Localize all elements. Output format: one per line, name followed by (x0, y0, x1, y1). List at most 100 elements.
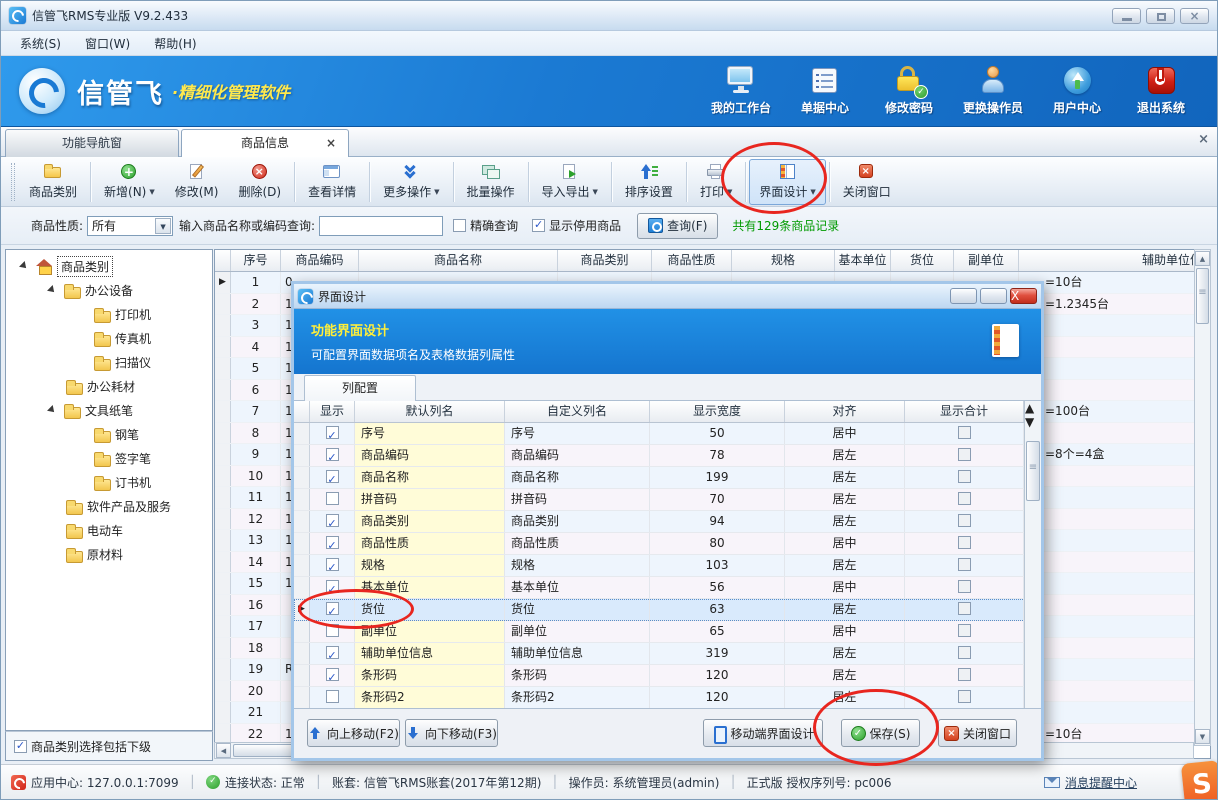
tree-item-10[interactable]: 软件产品及服务 (6, 496, 171, 516)
align-cell[interactable]: 居左 (785, 555, 905, 576)
show-checkbox[interactable] (326, 536, 339, 549)
column-header-2[interactable]: 商品名称 (359, 250, 558, 271)
dialog-scroll-thumb[interactable] (1026, 441, 1040, 501)
toolbar-add-button[interactable]: 新增(N)▼ (94, 159, 165, 205)
align-cell[interactable]: 居左 (785, 489, 905, 510)
width-cell[interactable]: 103 (650, 555, 785, 576)
column-header-4[interactable]: 商品性质 (652, 250, 732, 271)
show-checkbox[interactable] (326, 470, 339, 483)
quick-action-globe[interactable]: 用户中心 (1035, 66, 1119, 116)
tree-item-12[interactable]: 原材料 (6, 544, 123, 564)
column-header-0[interactable]: 序号 (231, 250, 281, 271)
width-cell[interactable]: 199 (650, 467, 785, 488)
tree-item-3[interactable]: 传真机 (6, 328, 151, 348)
default-name-cell[interactable]: 副单位 (355, 621, 505, 642)
custom-name-cell[interactable]: 商品类别 (505, 511, 650, 532)
default-name-cell[interactable]: 序号 (355, 423, 505, 444)
expand-arrow-icon[interactable] (47, 285, 57, 295)
custom-name-cell[interactable]: 辅助单位信息 (505, 643, 650, 664)
width-cell[interactable]: 63 (650, 599, 785, 620)
show-checkbox[interactable] (326, 624, 339, 637)
tree-item-8[interactable]: 签字笔 (6, 448, 151, 468)
align-cell[interactable]: 居中 (785, 621, 905, 642)
config-row-商品性质[interactable]: 商品性质商品性质80居中 (294, 533, 1041, 555)
message-center-link[interactable]: 消息提醒中心 (1044, 774, 1137, 791)
expand-arrow-icon[interactable] (19, 261, 29, 271)
dialog-scrollbar[interactable]: ▲ ▼ (1024, 401, 1041, 709)
show-checkbox[interactable] (326, 646, 339, 659)
default-name-cell[interactable]: 基本单位 (355, 577, 505, 598)
align-cell[interactable]: 居左 (785, 665, 905, 686)
tree-item-7[interactable]: 钢笔 (6, 424, 139, 444)
custom-name-cell[interactable]: 基本单位 (505, 577, 650, 598)
custom-name-cell[interactable]: 货位 (505, 599, 650, 620)
show-checkbox[interactable] (326, 492, 339, 505)
align-cell[interactable]: 居左 (785, 643, 905, 664)
config-row-商品名称[interactable]: 商品名称商品名称199居左 (294, 467, 1041, 489)
toolbar-closewin-button[interactable]: 关闭窗口 (833, 159, 901, 205)
mobile-design-button[interactable]: 移动端界面设计 (703, 719, 823, 747)
tabbar-close-icon[interactable]: × (1198, 132, 1209, 147)
width-cell[interactable]: 120 (650, 687, 785, 708)
custom-name-cell[interactable]: 条形码 (505, 665, 650, 686)
dialog-column-header-5[interactable]: 显示合计 (905, 401, 1024, 422)
nature-select[interactable]: 所有▼ (87, 216, 173, 236)
dialog-column-header-3[interactable]: 显示宽度 (650, 401, 785, 422)
align-cell[interactable]: 居中 (785, 423, 905, 444)
quick-action-monitor[interactable]: 我的工作台 (699, 66, 783, 116)
config-row-副单位[interactable]: 副单位副单位65居中 (294, 621, 1041, 643)
maximize-button[interactable] (1146, 8, 1175, 24)
chevron-down-icon[interactable]: ▼ (810, 188, 815, 196)
config-row-商品编码[interactable]: 商品编码商品编码78居左 (294, 445, 1041, 467)
close-button[interactable]: × (1180, 8, 1209, 24)
width-cell[interactable]: 94 (650, 511, 785, 532)
show-checkbox[interactable] (326, 448, 339, 461)
toolbar-sort-button[interactable]: 排序设置 (615, 159, 683, 205)
tab-column-config[interactable]: 列配置 (304, 375, 416, 401)
dialog-scroll-down-icon[interactable]: ▼ (1025, 415, 1034, 429)
align-cell[interactable]: 居左 (785, 599, 905, 620)
align-cell[interactable]: 居左 (785, 467, 905, 488)
width-cell[interactable]: 65 (650, 621, 785, 642)
config-row-规格[interactable]: 规格规格103居左 (294, 555, 1041, 577)
toolbar-detail-button[interactable]: 查看详情 (298, 159, 366, 205)
tree-item-1[interactable]: 办公设备 (6, 280, 133, 300)
menu-item-0[interactable]: 系统(S) (9, 33, 72, 54)
align-cell[interactable]: 居中 (785, 533, 905, 554)
query-button[interactable]: 查询(F) (637, 213, 718, 239)
dialog-column-header-4[interactable]: 对齐 (785, 401, 905, 422)
column-header-5[interactable]: 规格 (732, 250, 835, 271)
tree-item-0[interactable]: 商品类别 (6, 256, 112, 276)
sum-checkbox[interactable] (958, 514, 971, 527)
column-header-1[interactable]: 商品编码 (281, 250, 359, 271)
default-name-cell[interactable]: 货位 (355, 599, 505, 620)
quick-action-power[interactable]: 退出系统 (1119, 66, 1203, 116)
search-input[interactable] (319, 216, 443, 236)
tree-item-11[interactable]: 电动车 (6, 520, 123, 540)
toolbar-impexp-button[interactable]: 导入导出▼ (532, 159, 608, 205)
chevron-down-icon[interactable]: ▼ (149, 188, 154, 196)
show-checkbox[interactable] (326, 668, 339, 681)
custom-name-cell[interactable]: 条形码2 (505, 687, 650, 708)
toolbar-print-button[interactable]: 打印▼ (690, 159, 742, 205)
tree-item-9[interactable]: 订书机 (6, 472, 151, 492)
width-cell[interactable]: 319 (650, 643, 785, 664)
vertical-scrollbar[interactable]: ▲ ▼ (1194, 249, 1211, 746)
dialog-maximize-button[interactable] (980, 288, 1007, 304)
include-sub-checkbox[interactable] (14, 740, 27, 753)
dialog-column-header-2[interactable]: 自定义列名 (505, 401, 650, 422)
sum-checkbox[interactable] (958, 492, 971, 505)
default-name-cell[interactable]: 拼音码 (355, 489, 505, 510)
minimize-button[interactable] (1112, 8, 1141, 24)
chevron-down-icon[interactable]: ▼ (434, 188, 439, 196)
sum-checkbox[interactable] (958, 448, 971, 461)
chevron-down-icon[interactable]: ▼ (593, 188, 598, 196)
chevron-down-icon[interactable]: ▼ (155, 218, 171, 234)
dialog-column-header-0[interactable]: 显示 (310, 401, 355, 422)
config-row-商品类别[interactable]: 商品类别商品类别94居左 (294, 511, 1041, 533)
align-cell[interactable]: 居左 (785, 445, 905, 466)
width-cell[interactable]: 70 (650, 489, 785, 510)
config-row-辅助单位信息[interactable]: 辅助单位信息辅助单位信息319居左 (294, 643, 1041, 665)
default-name-cell[interactable]: 商品性质 (355, 533, 505, 554)
sum-checkbox[interactable] (958, 668, 971, 681)
